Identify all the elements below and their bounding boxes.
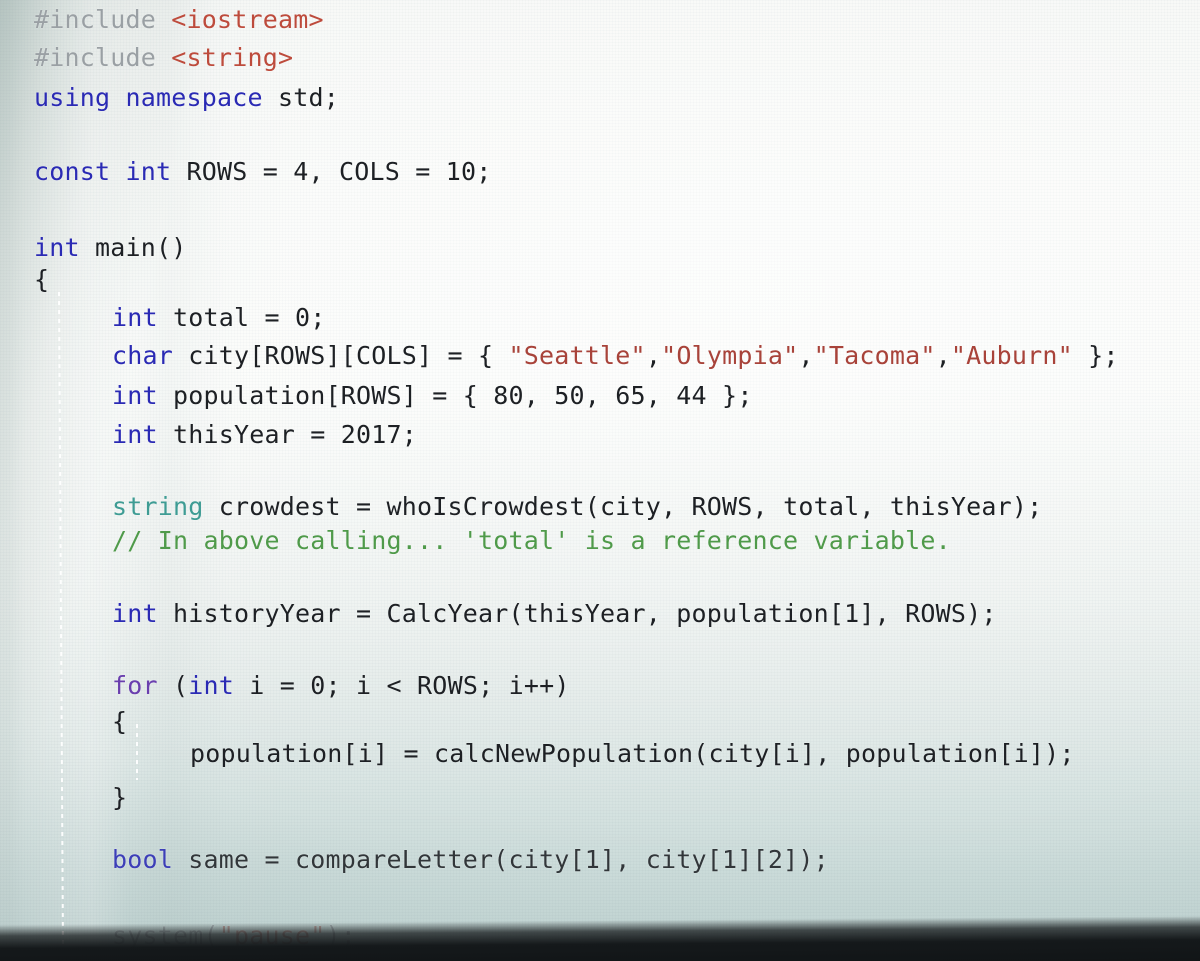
code-line-17[interactable]: int historyYear = CalcYear(thisYear, pop… [112, 594, 997, 634]
code-token: int [188, 671, 250, 700]
code-line-19[interactable]: for (int i = 0; i < ROWS; i++) [112, 666, 570, 706]
code-line-21[interactable]: population[i] = calcNewPopulation(city[i… [190, 734, 1075, 774]
code-token: crowdest = whoIsCrowdest(city, ROWS, tot… [218, 492, 1043, 521]
code-line-10[interactable]: char city[ROWS][COLS] = { "Seattle","Oly… [112, 336, 1119, 376]
code-token: const int [34, 157, 187, 186]
code-token: int [112, 599, 174, 628]
code-token: int [112, 420, 174, 449]
code-line-11[interactable]: int population[ROWS] = { 80, 50, 65, 44 … [112, 376, 753, 416]
code-token: <iostream> [171, 5, 324, 34]
code-token: ); [325, 921, 357, 950]
code-token: int [34, 233, 96, 262]
code-token: using namespace [34, 83, 279, 112]
code-line-20[interactable]: { [112, 702, 127, 742]
code-line-8[interactable]: { [34, 260, 49, 300]
code-token: { [112, 707, 128, 736]
code-line-7[interactable]: int main() [34, 228, 187, 268]
code-token: historyYear = CalcYear(thisYear, populat… [173, 599, 997, 628]
code-token: int [112, 303, 174, 332]
code-line-12[interactable]: int thisYear = 2017; [112, 415, 417, 455]
code-token: int [112, 381, 174, 410]
code-token: bool [112, 845, 189, 874]
code-line-3[interactable]: using namespace std; [34, 78, 339, 118]
code-token: thisYear = 2017; [173, 420, 418, 449]
code-token: same = compareLetter(city[1], city[1][2]… [188, 845, 829, 874]
code-line-15[interactable]: // In above calling... 'total' is a refe… [112, 521, 951, 561]
code-token: city[ROWS][COLS] = { [188, 341, 509, 370]
code-token: , [798, 341, 814, 370]
code-token: total = 0; [173, 303, 326, 332]
code-line-2[interactable]: #include <string> [34, 38, 293, 78]
code-token: "pause" [218, 921, 326, 950]
code-token: "Olympia" [661, 341, 799, 370]
code-line-24[interactable]: bool same = compareLetter(city[1], city[… [112, 840, 829, 880]
code-token: population[ROWS] = { 80, 50, 65, 44 }; [173, 381, 753, 410]
code-token: main() [95, 233, 187, 262]
code-token: "Auburn" [950, 341, 1073, 370]
code-token: #include [34, 43, 172, 72]
code-token: population[i] = calcNewPopulation(city[i… [190, 739, 1075, 768]
code-token: #include [34, 5, 172, 34]
code-line-22[interactable]: } [112, 778, 127, 818]
code-token: { [34, 265, 50, 294]
code-token: i = 0; i < ROWS; i++) [249, 671, 570, 700]
code-token: , [935, 341, 951, 370]
code-token: } [112, 783, 128, 812]
code-token: <string> [171, 43, 294, 72]
code-token: "Tacoma" [813, 341, 936, 370]
code-text-area[interactable]: #include <iostream> #include <string> usin… [0, 0, 1200, 961]
code-token: ( [173, 671, 189, 700]
code-token: char [112, 341, 189, 370]
code-token: , [645, 341, 662, 370]
code-token: ROWS = 4, COLS = 10; [186, 157, 492, 186]
code-token: string [112, 492, 219, 521]
code-token: for [112, 671, 174, 700]
code-line-5[interactable]: const int ROWS = 4, COLS = 10; [34, 152, 492, 192]
code-line-26[interactable]: system("pause"); [112, 916, 356, 956]
code-token: // In above calling... 'total' is a refe… [112, 526, 951, 555]
code-token: "Seattle" [508, 341, 646, 370]
code-token: std; [278, 83, 340, 112]
code-token: system( [112, 921, 219, 950]
code-token: }; [1072, 341, 1119, 370]
code-line-1[interactable]: #include <iostream> [34, 0, 324, 40]
code-editor-screenshot: #include <iostream> #include <string> usin… [0, 0, 1200, 961]
code-line-9[interactable]: int total = 0; [112, 298, 326, 338]
